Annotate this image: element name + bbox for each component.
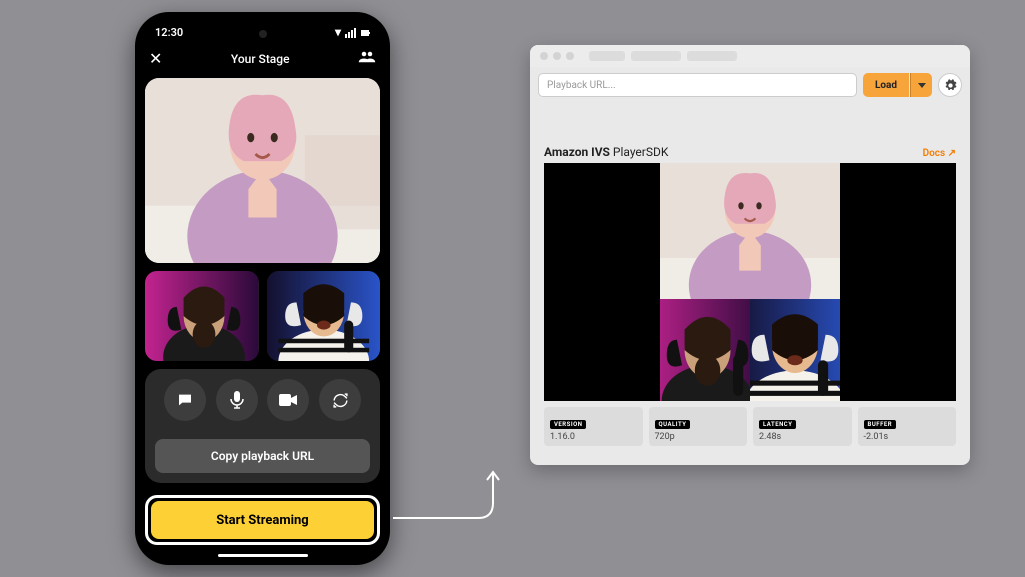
flow-arrow bbox=[388, 468, 538, 568]
video-button[interactable] bbox=[267, 379, 309, 421]
copy-url-button[interactable]: Copy playback URL bbox=[155, 439, 370, 473]
traffic-light-min[interactable] bbox=[553, 52, 561, 60]
browser-window: Playback URL... Load Amazon IVS PlayerSD… bbox=[530, 45, 970, 465]
playback-url-input[interactable]: Playback URL... bbox=[538, 73, 857, 97]
phone-frame: 12:30 ▾ ✕ Your Stage bbox=[135, 12, 390, 565]
video-player[interactable] bbox=[544, 163, 956, 401]
metrics-row: VERSION1.16.0 QUALITY720p LATENCY2.48s B… bbox=[530, 401, 970, 452]
battery-icon bbox=[360, 28, 370, 38]
status-time: 12:30 bbox=[155, 26, 183, 39]
video-thumb-2[interactable] bbox=[267, 271, 381, 361]
participants-icon[interactable] bbox=[358, 51, 376, 66]
mic-button[interactable] bbox=[216, 379, 258, 421]
switch-camera-button[interactable] bbox=[319, 379, 361, 421]
status-bar: 12:30 ▾ bbox=[135, 12, 390, 43]
load-button[interactable]: Load bbox=[863, 73, 909, 97]
metric-quality: QUALITY720p bbox=[649, 407, 748, 446]
wifi-icon: ▾ bbox=[335, 26, 341, 38]
main-video-tile[interactable] bbox=[145, 78, 380, 263]
traffic-light-close[interactable] bbox=[540, 52, 548, 60]
player-title: Amazon IVS PlayerSDK bbox=[544, 145, 668, 159]
page-title: Your Stage bbox=[162, 52, 358, 66]
close-icon[interactable]: ✕ bbox=[149, 49, 162, 68]
start-streaming-button[interactable]: Start Streaming bbox=[151, 501, 374, 539]
metric-buffer: BUFFER-2.01s bbox=[858, 407, 957, 446]
load-dropdown[interactable] bbox=[910, 73, 932, 97]
app-topbar: ✕ Your Stage bbox=[135, 43, 390, 78]
video-thumb-1[interactable] bbox=[145, 271, 259, 361]
metric-latency: LATENCY2.48s bbox=[753, 407, 852, 446]
browser-chrome bbox=[530, 45, 970, 67]
chat-button[interactable] bbox=[164, 379, 206, 421]
phone-camera-dot bbox=[259, 30, 267, 38]
controls-card: Copy playback URL bbox=[145, 369, 380, 483]
signal-icon bbox=[345, 28, 356, 38]
settings-button[interactable] bbox=[938, 73, 962, 97]
docs-link[interactable]: Docs ↗ bbox=[923, 148, 956, 159]
traffic-light-max[interactable] bbox=[566, 52, 574, 60]
home-indicator bbox=[218, 554, 308, 557]
metric-version: VERSION1.16.0 bbox=[544, 407, 643, 446]
